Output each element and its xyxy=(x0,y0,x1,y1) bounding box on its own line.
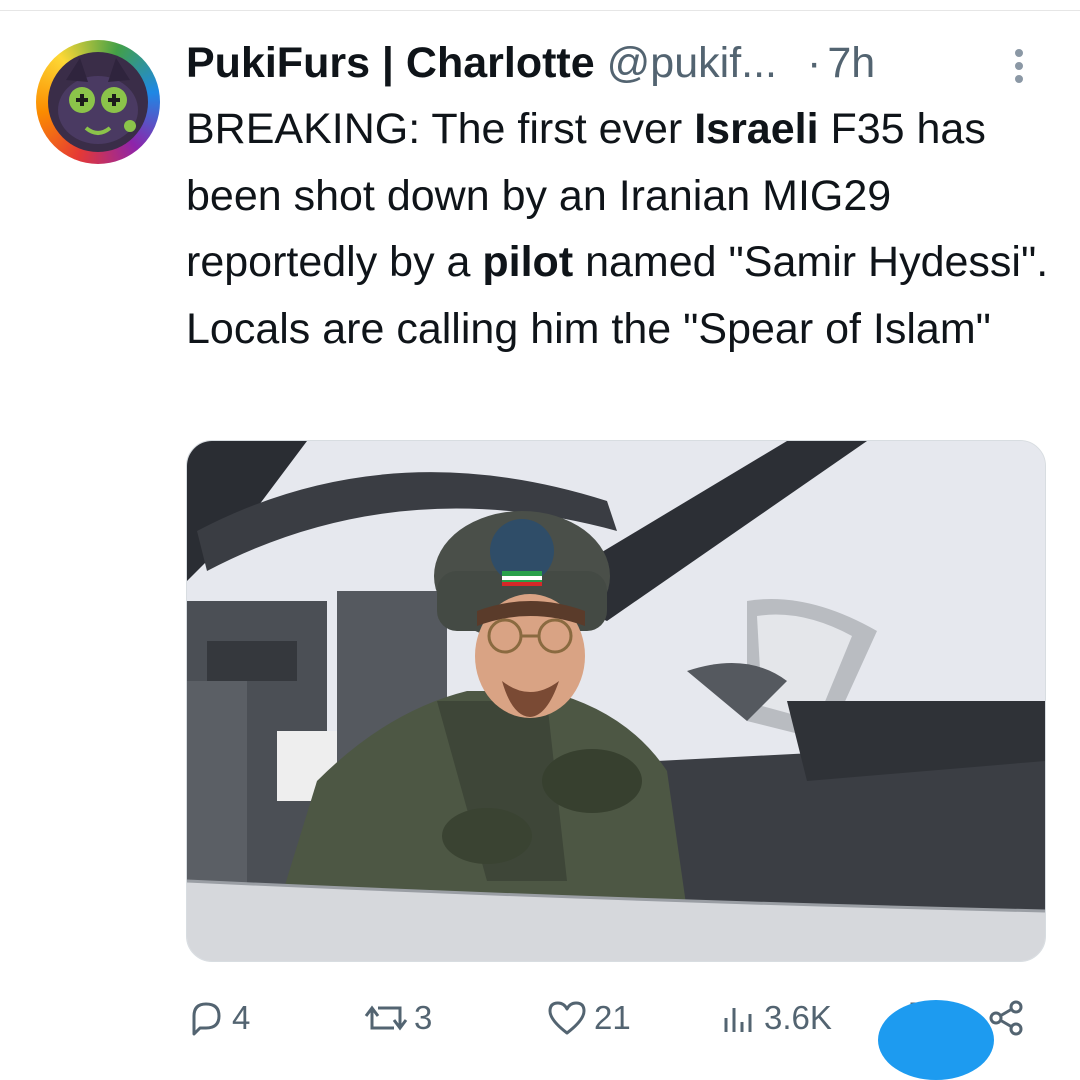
views-count: 3.6K xyxy=(764,999,832,1036)
like-count: 21 xyxy=(594,999,631,1036)
repost-count: 3 xyxy=(414,999,433,1036)
views-button[interactable]: 3.6K xyxy=(718,990,832,1046)
reply-count: 4 xyxy=(232,999,251,1036)
avatar-art xyxy=(48,52,148,152)
top-divider xyxy=(0,10,1080,11)
tweet-media-image[interactable] xyxy=(186,440,1046,962)
avatar[interactable] xyxy=(36,40,160,164)
repost-icon xyxy=(364,1005,408,1031)
tweet-text-bold-israeli: Israeli xyxy=(694,105,819,153)
reply-icon xyxy=(192,1002,221,1036)
more-options-button[interactable] xyxy=(1004,44,1034,88)
display-name[interactable]: PukiFurs | Charlotte xyxy=(186,38,595,88)
pilot-photo xyxy=(187,441,1045,961)
reply-button[interactable]: 4 xyxy=(186,990,250,1046)
tweet-text-part: BREAKING: The first ever xyxy=(186,105,695,153)
compose-fab-button[interactable] xyxy=(878,1000,994,1080)
timestamp[interactable]: 7h xyxy=(827,38,875,88)
tweet-text-bold-pilot: pilot xyxy=(482,238,574,286)
views-icon xyxy=(724,1008,752,1032)
tweet-header: PukiFurs | Charlotte @pukif... · 7h xyxy=(186,38,1036,88)
separator-dot: · xyxy=(806,39,822,87)
user-handle[interactable]: @pukif... xyxy=(607,38,777,88)
tweet-text: BREAKING: The first ever Israeli F35 has… xyxy=(186,96,1056,362)
repost-button[interactable]: 3 xyxy=(364,990,432,1046)
heart-icon xyxy=(548,1001,586,1035)
more-vertical-icon xyxy=(1015,49,1023,83)
like-button[interactable]: 21 xyxy=(546,990,631,1046)
